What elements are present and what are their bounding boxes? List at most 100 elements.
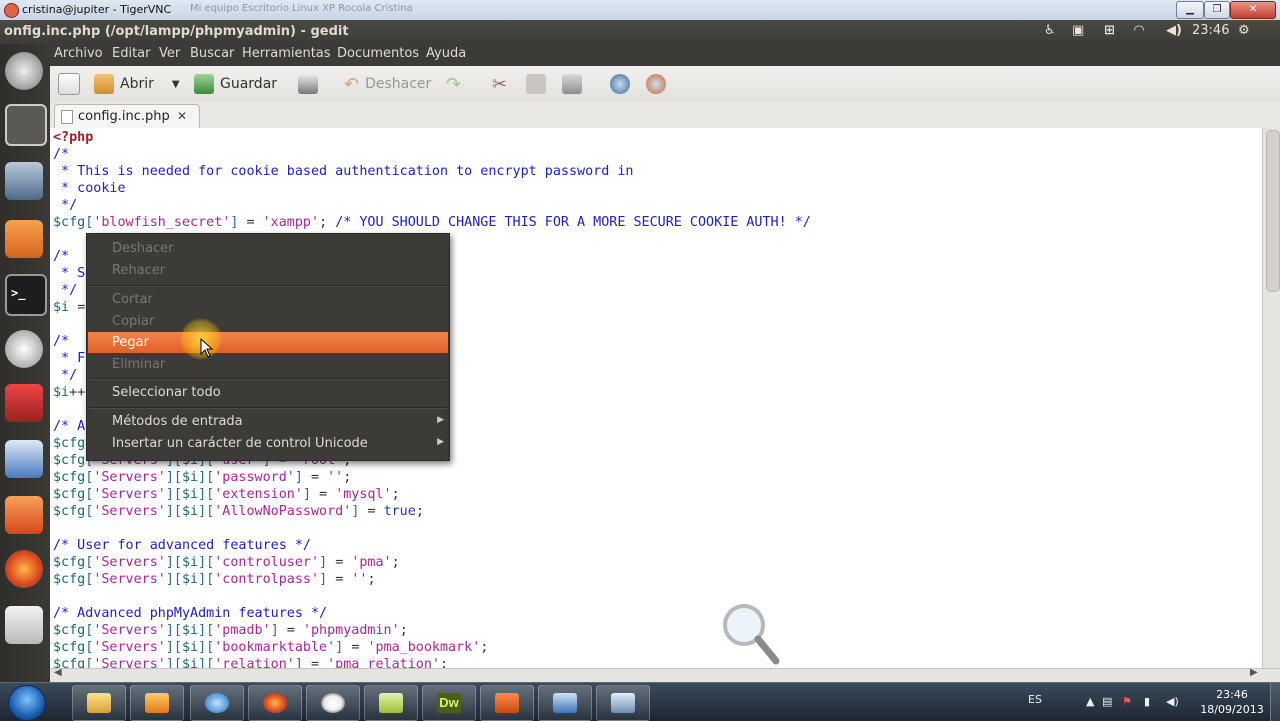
undo-button[interactable]: ↶ Deshacer (344, 72, 431, 96)
code-line[interactable]: /* User for advanced features */ (53, 538, 311, 553)
workspaces-icon[interactable]: ⊞ (1104, 23, 1115, 38)
firefox-icon[interactable] (5, 550, 43, 588)
gear-icon[interactable]: ⚙ (1238, 23, 1250, 38)
menu-item-copiar[interactable]: Copiar (88, 311, 448, 332)
code-line[interactable]: * This is needed for cookie based authen… (53, 164, 633, 179)
code-line[interactable]: * cookie (53, 181, 126, 196)
volume-icon[interactable]: ◀) (1166, 23, 1182, 38)
taskbar-media-player[interactable] (130, 685, 184, 721)
speaker-icon[interactable]: ◀) (1166, 695, 1179, 708)
settings-tools-icon[interactable] (5, 384, 43, 422)
code-line[interactable]: $cfg['Servers'][$i]['pmadb'] = 'phpmyadm… (53, 623, 408, 638)
code-line[interactable]: /* Advanced phpMyAdmin features */ (53, 606, 327, 621)
menu-item-pegar[interactable]: Pegar (88, 332, 448, 353)
menu-ver[interactable]: Ver (159, 46, 180, 61)
minimize-button[interactable]: ▁ (1176, 1, 1204, 19)
software-center-icon[interactable] (5, 496, 43, 534)
code-line[interactable]: * S (53, 266, 85, 281)
taskbar-network[interactable] (538, 685, 592, 721)
copy-button[interactable] (526, 72, 546, 96)
menu-item-deshacer[interactable]: Deshacer (88, 238, 448, 259)
redo-button[interactable]: ↷ (446, 72, 461, 96)
menu-herramientas[interactable]: Herramientas (242, 46, 331, 61)
save-button[interactable]: Guardar (194, 72, 277, 96)
horizontal-scrollbar[interactable]: ◀ ▶ (50, 667, 1280, 683)
menu-buscar[interactable]: Buscar (190, 46, 234, 61)
taskbar-panda[interactable] (306, 685, 360, 721)
taskbar-firefox[interactable] (248, 685, 302, 721)
code-line[interactable]: $cfg (53, 436, 85, 451)
menu-item-seleccionar-todo[interactable]: Seleccionar todo (88, 382, 448, 403)
maximize-button[interactable]: ❐ (1204, 1, 1230, 19)
code-line[interactable]: /* (53, 147, 69, 162)
code-line[interactable]: $cfg['Servers'][$i]['extension'] = 'mysq… (53, 487, 400, 502)
code-line[interactable]: $cfg['Servers'][$i]['password'] = ''; (53, 470, 351, 485)
menu-documentos[interactable]: Documentos (337, 46, 419, 61)
vertical-scrollbar[interactable] (1262, 128, 1280, 668)
signal-icon[interactable]: ▮ (1144, 695, 1150, 708)
workspace-switcher-icon[interactable] (5, 104, 47, 146)
code-line[interactable]: /* A (53, 419, 85, 434)
menu-item-eliminar[interactable]: Eliminar (88, 354, 448, 375)
menu-ayuda[interactable]: Ayuda (426, 46, 466, 61)
code-line[interactable]: $cfg['Servers'][$i]['controluser'] = 'pm… (53, 555, 400, 570)
scrollbar-thumb[interactable] (1266, 130, 1280, 292)
security-alert-icon[interactable]: ⚑ (1122, 695, 1132, 708)
code-line[interactable]: */ (53, 368, 77, 383)
taskbar-internet-explorer[interactable] (190, 685, 244, 721)
menu-item-metodos-entrada[interactable]: Métodos de entrada ▶ (88, 411, 448, 432)
replace-button[interactable] (646, 72, 666, 96)
code-line[interactable]: $cfg['Servers'][$i]['relation'] = 'pma_r… (53, 657, 448, 668)
taskbar-clock[interactable]: 23:46 18/09/2013 (1196, 687, 1268, 717)
menu-item-insertar-unicode[interactable]: Insertar un carácter de control Unicode ▶ (88, 433, 448, 454)
files-folder-icon[interactable] (5, 220, 43, 258)
computer-icon[interactable] (5, 162, 43, 200)
scroll-right-icon[interactable]: ▶ (1250, 667, 1258, 678)
taskbar-explorer[interactable] (72, 685, 126, 721)
code-line[interactable]: /* (53, 334, 69, 349)
accessibility-icon[interactable]: ♿ (1044, 23, 1056, 38)
taskbar-vnc[interactable] (596, 685, 650, 721)
scroll-left-icon[interactable]: ◀ (54, 667, 62, 678)
language-indicator[interactable]: ES (1028, 693, 1042, 706)
terminal-icon[interactable]: >_ (5, 274, 47, 316)
menu-item-rehacer[interactable]: Rehacer (88, 260, 448, 281)
disk-icon[interactable] (5, 330, 43, 368)
code-line[interactable]: */ (53, 198, 77, 213)
display-icon[interactable]: ▣ (1072, 23, 1084, 38)
menu-editar[interactable]: Editar (112, 46, 151, 61)
code-line[interactable]: $i++ (53, 385, 85, 400)
code-line[interactable]: /* (53, 249, 69, 264)
taskbar-notes[interactable] (364, 685, 418, 721)
dash-home-icon[interactable] (5, 52, 43, 90)
text-editor-icon[interactable] (5, 606, 43, 644)
panel-clock[interactable]: 23:46 (1192, 23, 1229, 38)
search-button[interactable] (610, 72, 630, 96)
tab-close-icon[interactable]: ✕ (177, 109, 187, 123)
new-document-button[interactable] (58, 72, 80, 96)
wifi-icon[interactable]: ◠ (1134, 23, 1144, 38)
show-hidden-icons-icon[interactable]: ▲ (1086, 695, 1094, 708)
open-dropdown-icon[interactable]: ▼ (172, 79, 180, 90)
cut-button[interactable]: ✂ (492, 72, 507, 96)
tab-config-inc-php[interactable]: config.inc.php ✕ (54, 104, 200, 129)
writer-document-icon[interactable] (5, 440, 43, 478)
code-line[interactable]: $cfg['Servers'][$i]['controlpass'] = ''; (53, 572, 376, 587)
menu-archivo[interactable]: Archivo (54, 46, 103, 61)
code-line[interactable]: $i = (53, 300, 85, 315)
close-window-button[interactable]: ✕ (1230, 1, 1276, 19)
show-desktop-button[interactable] (1270, 683, 1280, 721)
taskbar-xampp[interactable] (480, 685, 534, 721)
code-line[interactable]: $cfg['Servers'][$i]['AllowNoPassword'] =… (53, 504, 424, 519)
code-line[interactable]: $cfg['blowfish_secret'] = 'xampp'; /* YO… (53, 215, 811, 230)
code-line[interactable]: $cfg['Servers'][$i]['bookmarktable'] = '… (53, 640, 488, 655)
network-status-icon[interactable]: ▤ (1102, 695, 1112, 708)
code-line[interactable]: */ (53, 283, 77, 298)
open-button[interactable]: Abrir ▼ (94, 72, 180, 96)
taskbar-dreamweaver[interactable]: Dw (422, 685, 476, 721)
start-button[interactable] (8, 685, 46, 721)
print-button[interactable] (298, 72, 318, 96)
menu-item-cortar[interactable]: Cortar (88, 289, 448, 310)
paste-button[interactable] (562, 72, 582, 96)
code-line[interactable]: <?php (53, 130, 93, 145)
